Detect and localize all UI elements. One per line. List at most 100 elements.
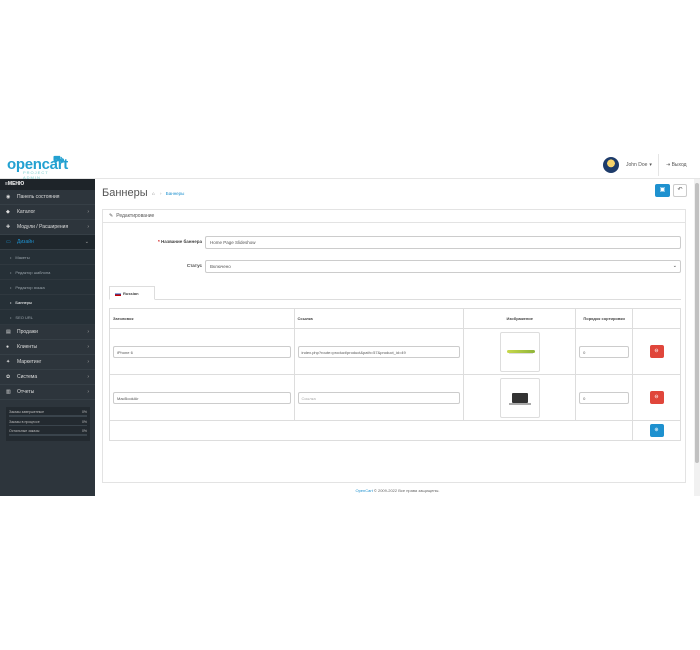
- status-select[interactable]: Включено ⌄: [205, 260, 681, 273]
- cell-add: ⊕: [632, 420, 681, 441]
- tab-russian[interactable]: Russian: [109, 286, 155, 300]
- banner-name-label: * Название баннера: [158, 239, 202, 244]
- table-row: iPhone 6 index.php?route=product/product…: [109, 328, 681, 375]
- stat-completed: Заказы завершенные 0%: [9, 410, 87, 417]
- sidebar-item-design[interactable]: ▭ Дизайн ⌄: [0, 235, 95, 250]
- sidebar-item-label: Маркетинг: [17, 359, 42, 365]
- sidebar-item-catalog[interactable]: ◆ Каталог ›: [0, 205, 95, 220]
- chevron-down-icon: ⌄: [84, 239, 89, 245]
- chevron-right-icon: ›: [87, 329, 89, 335]
- cart-logo-icon: ⛟: [53, 154, 65, 164]
- caret-down-icon: ▾: [649, 162, 652, 168]
- remove-row-button[interactable]: ⊖: [649, 391, 664, 404]
- user-icon: ●: [6, 344, 10, 350]
- top-header: opencart ⛟ PROJECT ADMIN John Doe ▾ ⇥ Вы…: [0, 150, 700, 180]
- chevron-down-icon: ⌄: [672, 263, 677, 269]
- status-value: Включено: [210, 264, 231, 269]
- bullet-icon: •: [10, 314, 12, 320]
- sidebar-subitem-label: Редактор шаблона: [15, 269, 51, 275]
- sidebar-item-extensions[interactable]: ✚ Модули / Расширения ›: [0, 220, 95, 235]
- pencil-icon: ✎: [109, 213, 114, 219]
- stat-percent: 0%: [81, 410, 87, 414]
- share-icon: ✦: [6, 359, 11, 365]
- menu-title: ≡МЕНЮ: [0, 179, 95, 190]
- sidebar-subitem-label: Редактор языка: [15, 284, 45, 290]
- cell-title: iPhone 6: [109, 328, 295, 375]
- edit-panel: ✎ Редактирование * Название баннера Home …: [102, 209, 686, 483]
- logout-label: Выход: [671, 162, 687, 168]
- reply-icon: ↶: [677, 187, 683, 193]
- save-icon: ▣: [659, 187, 666, 193]
- link-input[interactable]: index.php?route=product/product&path=57&…: [297, 345, 461, 358]
- sidebar-subitem-banners[interactable]: • Баннеры: [0, 295, 95, 310]
- sort-order-input[interactable]: 0: [579, 391, 630, 404]
- table-footer-row: ⊕: [108, 420, 681, 441]
- banner-name-label-text: Название баннера: [161, 239, 202, 244]
- avatar: [603, 157, 619, 173]
- sidebar-subitem-theme-editor[interactable]: • Редактор шаблона: [0, 265, 95, 280]
- bullet-icon: •: [10, 269, 12, 275]
- menu-title-label: МЕНЮ: [7, 181, 25, 187]
- sidebar-item-customers[interactable]: ● Клиенты ›: [0, 340, 95, 355]
- sort-order-input[interactable]: 0: [579, 345, 630, 358]
- chevron-right-icon: ›: [87, 389, 89, 395]
- chart-icon: ▥: [6, 389, 11, 395]
- chevron-right-icon: ›: [87, 344, 89, 350]
- sidebar-item-label: Отчеты: [17, 389, 35, 395]
- sidebar-subitem-layouts[interactable]: • Макеты: [0, 250, 95, 265]
- sidebar-item-marketing[interactable]: ✦ Маркетинг ›: [0, 355, 95, 370]
- banner-images-table: Заголовок Ссылка Изображение Порядок сор…: [108, 308, 681, 441]
- opencart-link[interactable]: OpenCart: [355, 488, 372, 493]
- footer-spacer: [108, 420, 634, 441]
- chevron-right-icon: ›: [87, 374, 89, 380]
- main-content: Баннеры ⌂ › Баннеры ▣ ↶ ✎ Редактирование …: [95, 179, 700, 496]
- link-input[interactable]: Ссылка: [297, 391, 461, 404]
- copyright-text: © 2009-2022 Все права защищены.: [372, 488, 440, 493]
- remove-row-button[interactable]: ⊖: [649, 345, 664, 358]
- sidebar-item-system[interactable]: ✿ Система ›: [0, 370, 95, 385]
- cell-link: index.php?route=product/product&path=57&…: [293, 328, 465, 375]
- col-image: Изображение: [463, 308, 577, 329]
- col-link: Ссылка: [293, 308, 465, 329]
- sidebar-subitem-language-editor[interactable]: • Редактор языка: [0, 280, 95, 295]
- bullet-icon: •: [10, 254, 12, 260]
- logout-button[interactable]: ⇥ Выход: [666, 162, 687, 168]
- app-window: opencart ⛟ PROJECT ADMIN John Doe ▾ ⇥ Вы…: [0, 150, 700, 496]
- cell-title: MacBookAir: [109, 374, 295, 421]
- home-icon[interactable]: ⌂: [152, 191, 155, 196]
- progress-bar: [9, 424, 87, 426]
- sidebar-item-sales[interactable]: ▤ Продажи ›: [0, 325, 95, 340]
- page-title: Баннеры: [102, 187, 148, 199]
- scrollbar-thumb[interactable]: [695, 183, 699, 463]
- tab-divider: [109, 299, 681, 300]
- sign-out-icon: ⇥: [666, 162, 671, 168]
- sidebar-item-dashboard[interactable]: ◉ Панель состояния: [0, 190, 95, 205]
- stat-percent: 0%: [81, 429, 87, 433]
- sidebar-item-label: Продажи: [17, 329, 38, 335]
- sidebar: ≡МЕНЮ ◉ Панель состояния ◆ Каталог › ✚ М…: [0, 179, 95, 496]
- puzzle-icon: ✚: [6, 224, 11, 230]
- iphone-image-thumb[interactable]: [499, 331, 540, 372]
- breadcrumb-link[interactable]: Баннеры: [166, 191, 185, 196]
- user-name: John Doe: [626, 162, 648, 168]
- title-input[interactable]: MacBookAir: [113, 391, 291, 404]
- breadcrumb: ⌂ › Баннеры: [152, 191, 184, 196]
- opencart-logo[interactable]: opencart ⛟ PROJECT ADMIN: [7, 154, 68, 180]
- stat-label: Остальные заказы: [9, 429, 40, 433]
- sidebar-item-reports[interactable]: ▥ Отчеты ›: [0, 385, 95, 400]
- title-input[interactable]: iPhone 6: [113, 345, 291, 358]
- order-stats: Заказы завершенные 0% Заказы в процессе …: [6, 407, 90, 441]
- cell-link: Ссылка: [293, 374, 465, 421]
- breadcrumb-separator: ›: [159, 191, 162, 196]
- user-menu[interactable]: John Doe ▾: [603, 156, 652, 174]
- add-row-button[interactable]: ⊕: [649, 424, 664, 437]
- col-title: Заголовок: [109, 308, 295, 329]
- save-button[interactable]: ▣: [655, 184, 670, 197]
- banner-name-input[interactable]: Home Page Slideshow: [205, 236, 681, 249]
- macbook-image-thumb[interactable]: [499, 377, 540, 418]
- page-scrollbar[interactable]: [694, 179, 700, 496]
- back-button[interactable]: ↶: [673, 184, 687, 197]
- chevron-right-icon: ›: [87, 209, 89, 215]
- sidebar-subitem-seo-url[interactable]: • SEO URL: [0, 310, 95, 325]
- page-footer: OpenCart © 2009-2022 Все права защищены.: [95, 488, 700, 493]
